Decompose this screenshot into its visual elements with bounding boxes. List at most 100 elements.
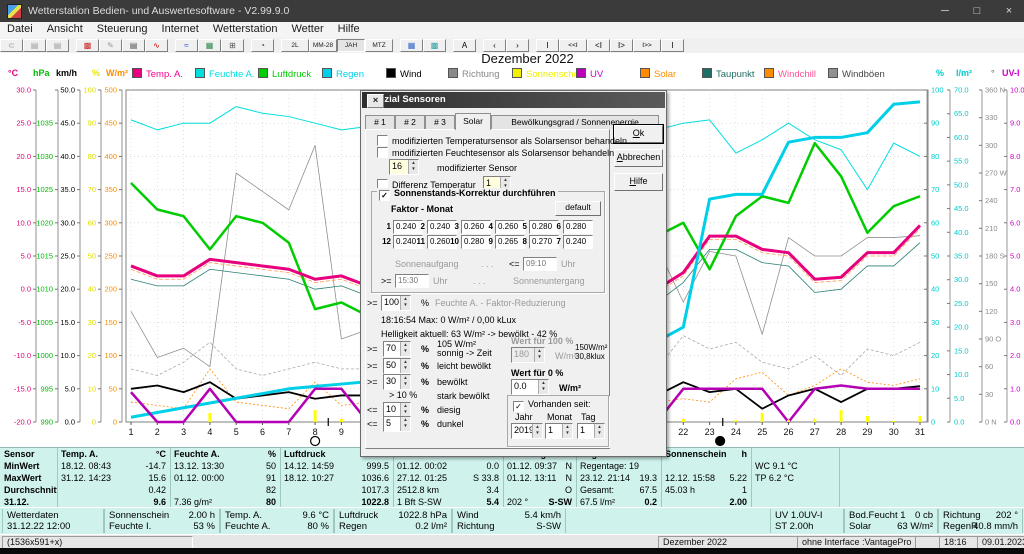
- status-label: Feuchte A.: [225, 521, 270, 532]
- menu-item-internet[interactable]: Internet: [155, 22, 206, 38]
- tab--2[interactable]: # 2: [395, 115, 425, 129]
- abbrechen-button[interactable]: Abbrechen: [614, 149, 663, 167]
- minimize-button[interactable]: ─: [930, 0, 960, 22]
- factor-month-field[interactable]: 0.240: [563, 235, 593, 249]
- edit-button[interactable]: ✎: [99, 39, 122, 52]
- factor-month-number: 6: [549, 222, 561, 231]
- menu-item-steuerung[interactable]: Steuerung: [90, 22, 155, 38]
- cell-text: 202 °: [507, 497, 528, 507]
- temp-as-solar-checkbox[interactable]: [377, 135, 388, 146]
- save-button[interactable]: ▤: [23, 39, 46, 52]
- status-value: 202 °: [996, 510, 1018, 521]
- sunrise-label: Sonnenaufgang: [395, 259, 459, 269]
- default-button[interactable]: default: [555, 201, 601, 216]
- cell-value: O: [565, 485, 572, 495]
- tab--3[interactable]: # 3: [425, 115, 455, 129]
- stepper-arrows-icon[interactable]: ▲▼: [562, 424, 572, 438]
- threshold-stepper[interactable]: 5▲▼: [383, 416, 411, 432]
- threshold-pct: %: [421, 361, 429, 371]
- cell-text: 13.12. 13:30: [174, 461, 224, 471]
- sunrise-time-field[interactable]: 09:10: [523, 257, 557, 271]
- sunset-time-field[interactable]: 15:30: [395, 274, 429, 288]
- cell-text: TP 6.2 °C: [755, 473, 794, 483]
- svg-text:9: 9: [339, 427, 344, 437]
- tab--1[interactable]: # 1: [365, 115, 395, 129]
- table-cell: WC 9.1 °C: [751, 460, 840, 472]
- table-cell: 01.12. 00:020.0: [393, 460, 504, 472]
- hum-reduction-label: Feuchte A. - Faktor-Reduzierung: [435, 298, 566, 308]
- menu-item-hilfe[interactable]: Hilfe: [331, 22, 367, 38]
- stepper-arrows-icon[interactable]: ▲▼: [400, 417, 410, 431]
- close-button[interactable]: ×: [994, 0, 1024, 22]
- hum-as-solar-checkbox[interactable]: [377, 147, 388, 158]
- stepper-arrows-icon[interactable]: ▲▼: [408, 160, 418, 174]
- svg-text:80: 80: [88, 152, 96, 161]
- sun-correction-label: Sonnenstands-Korrektur durchführen: [394, 188, 556, 198]
- stepper-arrows-icon[interactable]: ▲▼: [400, 403, 410, 417]
- cell-value: 1017.3: [361, 485, 389, 495]
- svg-text:30.0: 30.0: [60, 218, 75, 227]
- cell-text: Sonnenschein: [665, 449, 727, 459]
- svg-text:1030: 1030: [36, 152, 53, 161]
- stepper-arrows-icon[interactable]: ▲▼: [400, 375, 410, 389]
- jahr-stepper[interactable]: 2019▲▼: [511, 423, 543, 439]
- threshold-stepper[interactable]: 70▲▼: [383, 341, 411, 357]
- ge-label-2: >=: [367, 298, 378, 308]
- stepper-arrows-icon[interactable]: ▲▼: [538, 380, 548, 394]
- table-cell: Sensor: [0, 448, 58, 460]
- hum-reduction-stepper[interactable]: 100▲▼: [381, 295, 411, 311]
- svg-text:20: 20: [88, 351, 96, 360]
- svg-text:29: 29: [862, 427, 872, 437]
- hilfe-button[interactable]: Hilfe: [614, 173, 663, 191]
- stepper-arrows-icon[interactable]: ▲▼: [594, 424, 604, 438]
- svg-text:8: 8: [313, 427, 318, 437]
- tab-solar[interactable]: Solar: [455, 113, 491, 130]
- svg-text:10.0: 10.0: [1010, 86, 1024, 95]
- table-cell: 14.12. 14:59999.5: [280, 460, 394, 472]
- stepper-arrows-icon[interactable]: ▲▼: [400, 342, 410, 356]
- menu-item-wetterstation[interactable]: Wetterstation: [206, 22, 285, 38]
- cell-value: h: [742, 449, 748, 459]
- sun-correction-checkbox[interactable]: ✓: [379, 190, 390, 201]
- factor-month-field[interactable]: 0.280: [563, 220, 593, 234]
- dialog-title-bar[interactable]: Spezial Sensoren ×: [362, 92, 665, 108]
- cell-value: S 33.8: [473, 473, 499, 483]
- menu-item-ansicht[interactable]: Ansicht: [40, 22, 90, 38]
- stepper-arrows-icon[interactable]: ▲▼: [532, 424, 542, 438]
- svg-text:5.0: 5.0: [954, 394, 964, 403]
- svg-text:50: 50: [931, 252, 939, 261]
- menu-item-wetter[interactable]: Wetter: [284, 22, 330, 38]
- table-cell: Temp. A.°C: [57, 448, 171, 460]
- svg-text:3: 3: [181, 427, 186, 437]
- factor-month-number: 12: [379, 237, 391, 246]
- tag-stepper[interactable]: 1▲▼: [577, 423, 605, 439]
- threshold-stepper[interactable]: 30▲▼: [383, 374, 411, 390]
- mod-sensor-stepper[interactable]: 16▲▼: [389, 159, 419, 175]
- status-value: 9.6 °C: [302, 510, 329, 521]
- maximize-button[interactable]: □: [962, 0, 992, 22]
- threshold-stepper[interactable]: 50▲▼: [383, 358, 411, 374]
- svg-text:90 O: 90 O: [985, 335, 1001, 344]
- svg-text:35.0: 35.0: [60, 185, 75, 194]
- exit-button[interactable]: ⊂: [0, 39, 23, 52]
- save-as-button[interactable]: ▤: [46, 39, 69, 52]
- menu-item-datei[interactable]: Datei: [0, 22, 40, 38]
- stepper-arrows-icon[interactable]: ▲▼: [400, 296, 410, 310]
- wert0-stepper[interactable]: 0.0▲▼: [511, 379, 549, 395]
- monat-stepper[interactable]: 1▲▼: [545, 423, 573, 439]
- svg-text:6: 6: [260, 427, 265, 437]
- vorhanden-checkbox[interactable]: ✓: [513, 401, 524, 412]
- status-line: Feuchte I.53 %: [109, 521, 215, 533]
- svg-text:50: 50: [88, 252, 96, 261]
- svg-text:1025: 1025: [36, 185, 53, 194]
- cell-value: 67.5: [639, 485, 657, 495]
- dialog-close-icon[interactable]: ×: [367, 94, 384, 108]
- svg-text:8.0: 8.0: [1010, 152, 1020, 161]
- stepper-arrows-icon[interactable]: ▲▼: [534, 348, 544, 362]
- chart-red-button[interactable]: ▩: [76, 39, 99, 52]
- stepper-arrows-icon[interactable]: ▲▼: [400, 359, 410, 373]
- svg-text:4: 4: [207, 427, 212, 437]
- svg-text:200: 200: [104, 285, 117, 294]
- status-value: 0 cb: [915, 510, 933, 521]
- wert100-stepper[interactable]: 180▲▼: [511, 347, 545, 363]
